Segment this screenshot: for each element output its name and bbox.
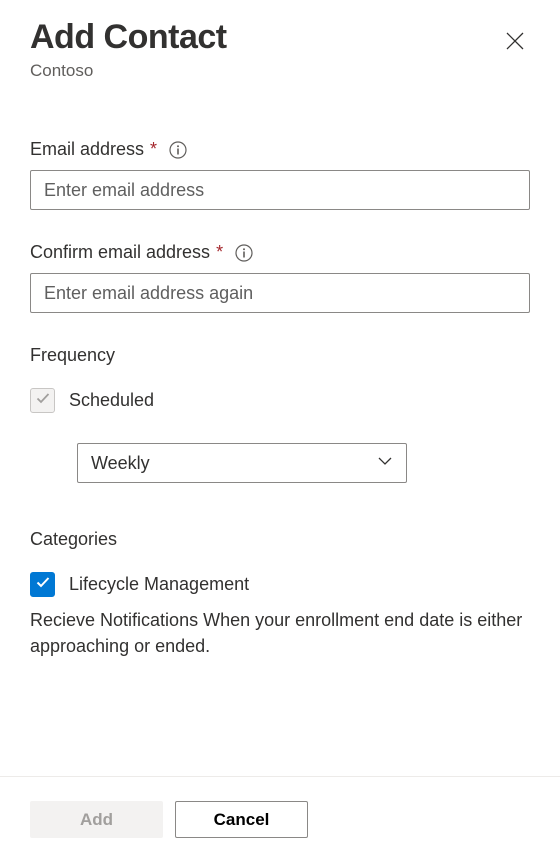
email-input[interactable] (30, 170, 530, 210)
close-button[interactable] (500, 26, 530, 59)
panel-header: Add Contact Contoso (30, 18, 530, 81)
frequency-select[interactable]: Weekly (77, 443, 407, 483)
add-button[interactable]: Add (30, 801, 163, 838)
check-icon (35, 390, 51, 411)
chevron-down-icon (377, 453, 393, 474)
confirm-email-input[interactable] (30, 273, 530, 313)
lifecycle-checkbox[interactable] (30, 572, 55, 597)
frequency-select-value: Weekly (91, 453, 150, 474)
email-label: Email address (30, 139, 144, 160)
required-marker: * (150, 139, 157, 160)
frequency-section: Frequency Scheduled Weekly (30, 345, 530, 483)
form-content: Email address * Confirm email address * … (30, 139, 530, 659)
confirm-email-label-row: Confirm email address * (30, 242, 530, 263)
categories-section: Categories Lifecycle Management Recieve … (30, 529, 530, 659)
scheduled-row: Scheduled (30, 388, 530, 413)
frequency-label: Frequency (30, 345, 530, 366)
categories-label: Categories (30, 529, 530, 550)
info-icon[interactable] (235, 244, 253, 262)
email-label-row: Email address * (30, 139, 530, 160)
close-icon (506, 32, 524, 53)
add-contact-panel: Add Contact Contoso Email address * Conf… (0, 0, 560, 862)
lifecycle-row: Lifecycle Management (30, 572, 530, 597)
lifecycle-label: Lifecycle Management (69, 574, 249, 595)
confirm-email-label: Confirm email address (30, 242, 210, 263)
page-title: Add Contact (30, 18, 227, 57)
page-subtitle: Contoso (30, 61, 227, 81)
panel-footer: Add Cancel (0, 776, 560, 862)
cancel-button[interactable]: Cancel (175, 801, 308, 838)
check-icon (35, 574, 51, 595)
scheduled-checkbox (30, 388, 55, 413)
required-marker: * (216, 242, 223, 263)
lifecycle-description: Recieve Notifications When your enrollme… (30, 607, 530, 659)
confirm-email-field-group: Confirm email address * (30, 242, 530, 313)
email-field-group: Email address * (30, 139, 530, 210)
frequency-select-wrap: Weekly (77, 443, 407, 483)
info-icon[interactable] (169, 141, 187, 159)
scheduled-label: Scheduled (69, 390, 154, 411)
